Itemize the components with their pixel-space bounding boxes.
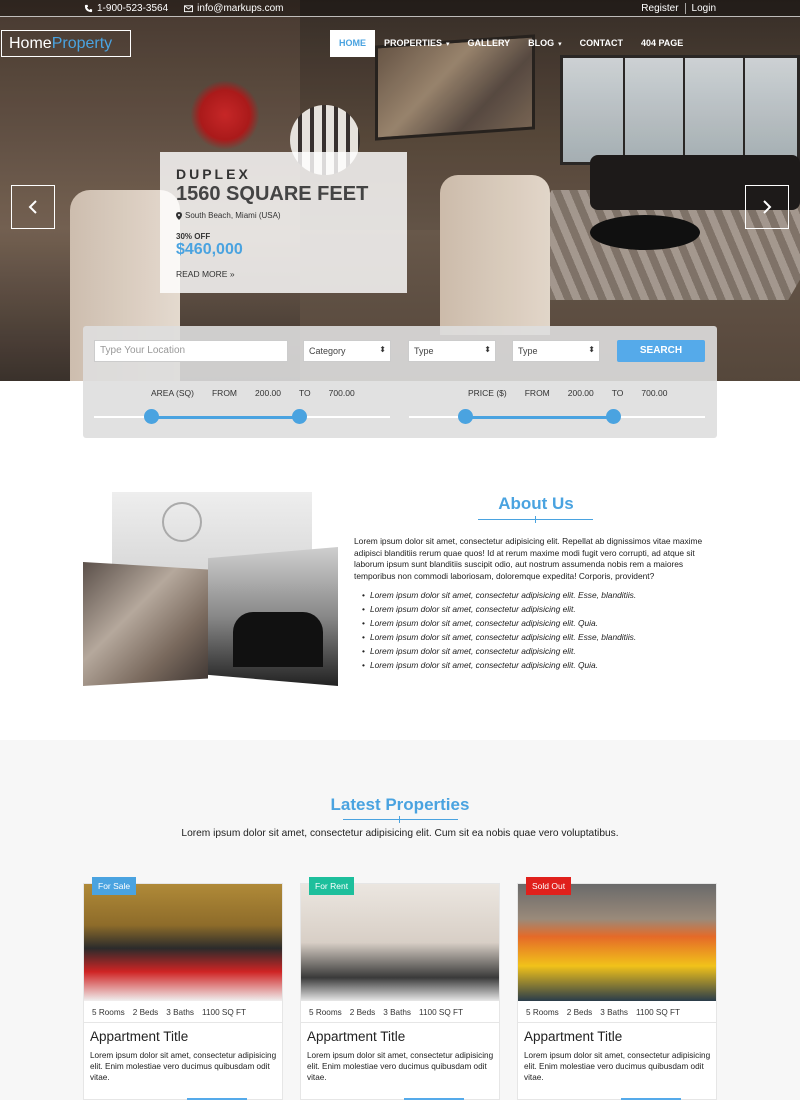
select-chevron-icon: ⬍	[379, 345, 386, 354]
about-title: About Us	[498, 494, 574, 513]
about-paragraph: Lorem ipsum dolor sit amet, consectetur …	[354, 536, 703, 582]
about-title-underline-tick	[535, 516, 536, 523]
property-title[interactable]: Appartment Title	[90, 1029, 188, 1044]
nav-item-404[interactable]: 404 PAGE	[632, 30, 692, 57]
select-chevron-icon: ⬍	[484, 345, 491, 354]
nav-item-home[interactable]: HOME	[330, 30, 375, 57]
price-slider-max-handle[interactable]	[606, 409, 621, 424]
property-photo[interactable]	[301, 884, 499, 1001]
latest-title-underline-tick	[399, 816, 400, 823]
phone-number: 1-900-523-3564	[97, 3, 169, 14]
list-item: Lorem ipsum dolor sit amet, consectetur …	[362, 616, 716, 630]
property-photo[interactable]	[518, 884, 716, 1001]
discount-label: 30% OFF	[176, 232, 211, 241]
nav-item-gallery[interactable]: GALLERY	[458, 30, 519, 57]
search-button[interactable]: SEARCH	[617, 340, 705, 362]
property-price: $460,000	[176, 241, 243, 258]
chevron-left-icon	[28, 200, 37, 214]
logo-text-accent: Property	[51, 35, 113, 52]
area-slider-range	[152, 416, 299, 419]
about-photo-people	[233, 612, 323, 667]
register-link[interactable]: Register	[641, 3, 678, 14]
phone-contact[interactable]: 1-900-523-3564	[84, 3, 168, 14]
property-specs: 5 Rooms 2 Beds 3 Baths 1100 SQ FT	[301, 1002, 499, 1023]
property-location: South Beach, Miami (USA)	[176, 211, 391, 220]
latest-subtitle: Lorem ipsum dolor sit amet, consectetur …	[181, 828, 619, 839]
email-contact[interactable]: info@markups.com	[184, 3, 283, 14]
property-description: Lorem ipsum dolor sit amet, consectetur …	[524, 1051, 711, 1082]
slide-caption: DUPLEX 1560 SQUARE FEET South Beach, Mia…	[160, 152, 407, 293]
area-range-label: AREA (SQ) FROM 200.00 TO 700.00	[151, 388, 355, 398]
property-title[interactable]: Appartment Title	[524, 1029, 622, 1044]
property-title[interactable]: Appartment Title	[307, 1029, 405, 1044]
type-select-2[interactable]: Type ⬍	[512, 340, 600, 362]
mail-icon	[184, 5, 194, 13]
property-photo[interactable]	[84, 884, 282, 1001]
auth-links: Register Login	[641, 3, 716, 14]
divider	[684, 3, 686, 14]
nav-item-properties[interactable]: PROPERTIES ▾	[375, 30, 458, 57]
property-card[interactable]: Sold Out 5 Rooms 2 Beds 3 Baths 1100 SQ FT …	[517, 877, 717, 1100]
type-select[interactable]: Type ⬍	[408, 340, 496, 362]
read-more-link[interactable]: READ MORE »	[176, 269, 391, 279]
price-range-label: PRICE ($) FROM 200.00 TO 700.00	[468, 388, 668, 398]
list-item: Lorem ipsum dolor sit amet, consectetur …	[362, 658, 716, 672]
about-list: Lorem ipsum dolor sit amet, consectetur …	[362, 588, 716, 672]
category-select[interactable]: Category ⬍	[303, 340, 391, 362]
list-item: Lorem ipsum dolor sit amet, consectetur …	[362, 630, 716, 644]
area-slider-max-handle[interactable]	[292, 409, 307, 424]
property-specs: 5 Rooms 2 Beds 3 Baths 1100 SQ FT	[84, 1002, 282, 1023]
nav-item-contact[interactable]: CONTACT	[571, 30, 632, 57]
list-item: Lorem ipsum dolor sit amet, consectetur …	[362, 602, 716, 616]
property-card[interactable]: For Rent 5 Rooms 2 Beds 3 Baths 1100 SQ FT …	[300, 877, 500, 1100]
property-description: Lorem ipsum dolor sit amet, consectetur …	[90, 1051, 277, 1082]
property-specs: 5 Rooms 2 Beds 3 Baths 1100 SQ FT	[518, 1002, 716, 1023]
list-item: Lorem ipsum dolor sit amet, consectetur …	[362, 644, 716, 658]
chevron-right-icon	[763, 200, 772, 214]
login-link[interactable]: Login	[692, 3, 716, 14]
property-card[interactable]: For Sale 5 Rooms 2 Beds 3 Baths 1100 SQ FT …	[83, 877, 283, 1100]
area-slider-min-handle[interactable]	[144, 409, 159, 424]
search-panel: Type Your Location Category ⬍ Type ⬍ Type ⬍…	[83, 326, 717, 438]
site-logo[interactable]: HomeProperty	[1, 30, 131, 57]
select-chevron-icon: ⬍	[588, 345, 595, 354]
latest-title-underline	[343, 819, 458, 820]
about-image-collage	[83, 492, 338, 686]
property-description: Lorem ipsum dolor sit amet, consectetur …	[307, 1051, 494, 1082]
status-badge: Sold Out	[526, 877, 572, 895]
caret-down-icon: ▾	[444, 41, 450, 48]
email-address: info@markups.com	[197, 3, 284, 14]
logo-text: Home	[9, 35, 52, 52]
price-slider-min-handle[interactable]	[458, 409, 473, 424]
slider-next-button[interactable]	[745, 185, 789, 229]
map-marker-icon	[176, 211, 182, 220]
status-badge: For Rent	[309, 877, 355, 895]
property-type: DUPLEX	[176, 166, 251, 182]
top-bar: 1-900-523-3564 info@markups.com Register…	[0, 0, 800, 17]
slider-prev-button[interactable]	[11, 185, 55, 229]
main-nav: HOME PROPERTIES ▾ GALLERY BLOG ▾ CONTACT…	[330, 30, 692, 57]
location-input[interactable]: Type Your Location	[94, 340, 288, 362]
nav-item-blog[interactable]: BLOG ▾	[519, 30, 570, 57]
list-item: Lorem ipsum dolor sit amet, consectetur …	[362, 588, 716, 602]
latest-title: Latest Properties	[330, 795, 470, 814]
caret-down-icon: ▾	[556, 41, 562, 48]
double-chevron-right-icon: »	[229, 269, 235, 279]
contact-info: 1-900-523-3564 info@markups.com	[84, 3, 283, 14]
phone-icon	[84, 4, 93, 13]
property-size: 1560 SQUARE FEET	[176, 183, 369, 205]
status-badge: For Sale	[92, 877, 137, 895]
about-photo-living-room	[83, 562, 208, 686]
chandelier-illustration	[162, 502, 202, 542]
price-slider-range	[466, 416, 614, 419]
